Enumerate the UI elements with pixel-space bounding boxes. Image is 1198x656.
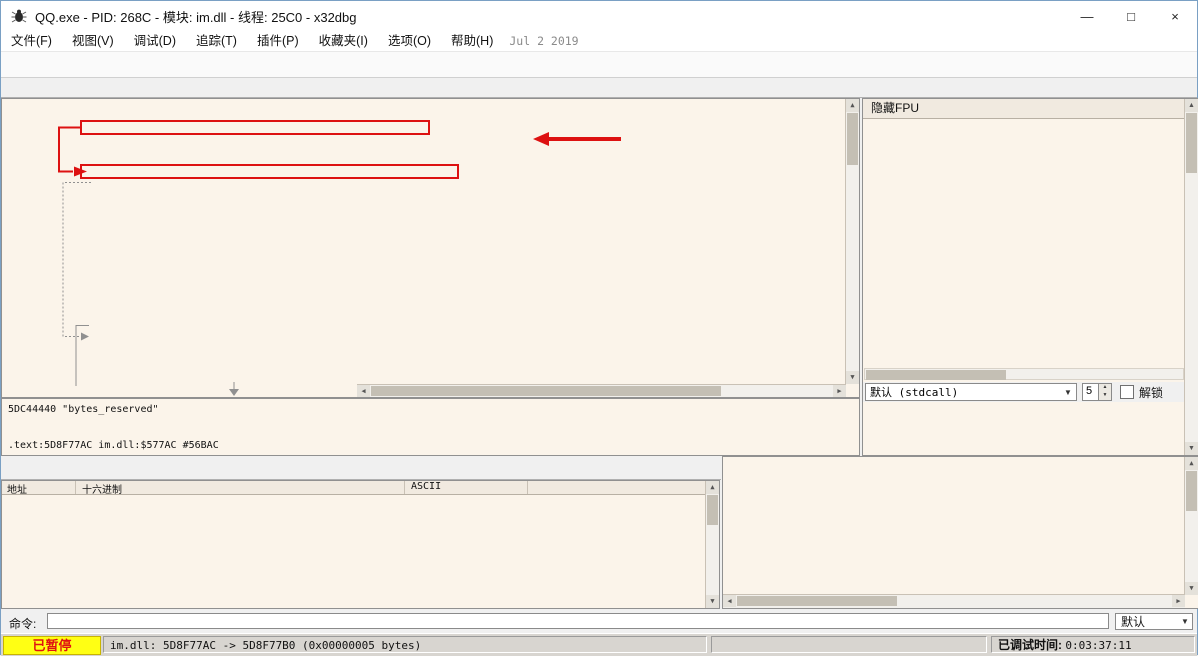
status-badge: 已暂停	[3, 636, 101, 655]
debug-time-label: 已调试时间:	[998, 638, 1062, 652]
menu-items: 文件(F) 视图(V) 调试(D) 追踪(T) 插件(P) 收藏夹(I) 选项(O) 帮助(H…	[1, 31, 503, 51]
menu-debug[interactable]: 调试(D)	[124, 31, 186, 51]
scroll-right-icon[interactable]: ▶	[1172, 595, 1185, 607]
disasm-vertical-scrollbar[interactable]: ▲ ▼	[845, 99, 859, 384]
scroll-down-icon[interactable]: ▼	[706, 595, 719, 608]
dump-column-ascii: ASCII	[405, 481, 528, 494]
minimize-button[interactable]: —	[1065, 1, 1109, 31]
dump-column-address: 地址	[2, 481, 76, 496]
registers-horizontal-scrollbar[interactable]	[864, 368, 1184, 380]
unlock-checkbox[interactable]	[1120, 385, 1134, 399]
scroll-left-icon[interactable]: ◀	[723, 595, 736, 607]
stack-panel[interactable]: ▲ ▼ ◀ ▶	[722, 456, 1198, 609]
menu-file[interactable]: 文件(F)	[1, 31, 62, 51]
debug-time: 已调试时间: 0:03:37:11	[991, 636, 1195, 653]
info-line-string: 5DC44440 "bytes_reserved"	[8, 404, 159, 415]
spin-up-icon[interactable]: ▲	[1099, 384, 1111, 392]
calling-convention-select[interactable]: 默认 (stdcall) ▼	[865, 383, 1077, 401]
status-spacer	[711, 636, 987, 653]
maximize-button[interactable]: □	[1109, 1, 1153, 31]
scroll-up-icon[interactable]: ▲	[1185, 99, 1198, 112]
scroll-down-icon[interactable]: ▼	[846, 371, 859, 384]
dump-vertical-scrollbar[interactable]: ▲ ▼	[705, 481, 719, 608]
menu-options[interactable]: 选项(O)	[378, 31, 441, 51]
memory-dump-panel[interactable]: 地址 十六进制 ASCII ▲ ▼	[1, 480, 720, 609]
argument-count-value: 5	[1086, 385, 1093, 397]
menu-view[interactable]: 视图(V)	[62, 31, 124, 51]
scroll-down-icon[interactable]: ▼	[1185, 442, 1198, 455]
menu-trace[interactable]: 追踪(T)	[186, 31, 247, 51]
status-message: im.dll: 5D8F77AC -> 5D8F77B0 (0x00000005…	[103, 636, 707, 653]
command-mode-value: 默认	[1121, 615, 1146, 629]
command-input[interactable]	[47, 613, 1109, 629]
dump-column-hex: 十六进制	[76, 481, 405, 496]
scroll-up-icon[interactable]: ▲	[1185, 457, 1198, 470]
x32dbg-bug-icon	[11, 9, 27, 23]
scroll-up-icon[interactable]: ▲	[706, 481, 719, 494]
disassembly-panel[interactable]: ▲ ▼ ◀ ▶	[1, 98, 860, 398]
build-date: Jul 2 2019	[509, 34, 579, 48]
command-label: 命令:	[9, 617, 37, 631]
menu-bar: 文件(F) 视图(V) 调试(D) 追踪(T) 插件(P) 收藏夹(I) 选项(O) 帮助(H…	[1, 31, 1197, 51]
chevron-down-icon: ▼	[1181, 617, 1189, 626]
unlock-label: 解锁	[1139, 385, 1164, 400]
close-button[interactable]: ×	[1153, 1, 1197, 31]
info-line-address: .text:5D8F77AC im.dll:$577AC #56BAC	[8, 440, 219, 451]
view-tabs	[1, 78, 1197, 98]
stack-vertical-scrollbar[interactable]: ▲ ▼	[1184, 457, 1198, 595]
scroll-up-icon[interactable]: ▲	[846, 99, 859, 112]
menu-plugins[interactable]: 插件(P)	[247, 31, 309, 51]
command-mode-select[interactable]: 默认 ▼	[1115, 613, 1193, 630]
menu-favourites[interactable]: 收藏夹(I)	[309, 31, 378, 51]
window-title: QQ.exe - PID: 268C - 模块: im.dll - 线程: 25…	[35, 9, 357, 25]
stack-horizontal-scrollbar[interactable]: ◀ ▶	[723, 594, 1185, 608]
registers-panel: 隐藏FPU 默认 (stdcall) ▼ 5 ▲ ▼ 解锁 ▲ ▼	[862, 98, 1198, 456]
menu-help[interactable]: 帮助(H)	[441, 31, 503, 51]
command-bar: 命令: 默认 ▼	[1, 611, 1197, 633]
bottom-tabs	[1, 456, 721, 480]
toolbar	[1, 51, 1197, 78]
debug-time-value: 0:03:37:11	[1065, 639, 1132, 652]
chevron-down-icon: ▼	[1064, 387, 1072, 397]
x32dbg-window: QQ.exe - PID: 268C - 模块: im.dll - 线程: 25…	[0, 0, 1198, 656]
title-bar[interactable]: QQ.exe - PID: 268C - 模块: im.dll - 线程: 25…	[1, 1, 1197, 31]
scroll-down-icon[interactable]: ▼	[1185, 582, 1198, 595]
argument-count-stepper[interactable]: 5 ▲ ▼	[1082, 383, 1112, 401]
calling-convention-value: 默认 (stdcall)	[870, 386, 959, 399]
call-arguments-list[interactable]	[863, 402, 1185, 455]
disasm-horizontal-scrollbar[interactable]: ◀ ▶	[357, 384, 846, 397]
info-box: 5DC44440 "bytes_reserved" .text:5D8F77AC…	[1, 398, 860, 456]
window-controls: — □ ×	[1065, 1, 1197, 31]
status-bar: 已暂停 im.dll: 5D8F77AC -> 5D8F77B0 (0x0000…	[1, 633, 1197, 656]
scroll-left-icon[interactable]: ◀	[357, 385, 370, 397]
registers-vertical-scrollbar[interactable]: ▲ ▼	[1184, 99, 1198, 455]
dump-header: 地址 十六进制 ASCII	[2, 481, 706, 496]
hide-fpu-button[interactable]: 隐藏FPU	[863, 99, 1198, 119]
scroll-right-icon[interactable]: ▶	[833, 385, 846, 397]
calling-convention-row: 默认 (stdcall) ▼ 5 ▲ ▼ 解锁	[863, 382, 1185, 402]
spin-down-icon[interactable]: ▼	[1099, 392, 1111, 400]
